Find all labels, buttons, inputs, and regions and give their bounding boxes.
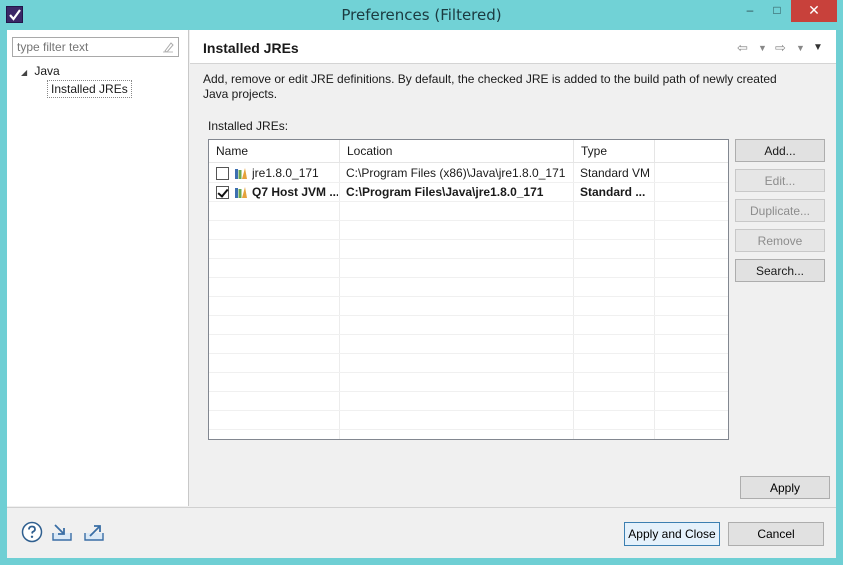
tree-node-label: Java: [34, 64, 60, 78]
empty-row: [209, 202, 728, 221]
jre-location: C:\Program Files (x86)\Java\jre1.8.0_171: [346, 166, 566, 180]
jre-library-icon: [235, 168, 247, 179]
page-title: Installed JREs: [203, 40, 299, 56]
preference-page: Installed JREs ⇦ ▼ ⇨ ▼ ▼ Add, remove or …: [190, 30, 836, 506]
preference-tree-pane: ◢ Java Installed JREs: [7, 30, 189, 506]
column-header-name[interactable]: Name: [209, 140, 340, 163]
dialog-body: ◢ Java Installed JREs Installed JREs ⇦ ▼…: [7, 30, 836, 558]
jre-library-icon: [235, 187, 247, 198]
default-jre-checkbox[interactable]: [216, 186, 229, 199]
jre-location: C:\Program Files\Java\jre1.8.0_171: [346, 185, 544, 199]
forward-arrow-icon[interactable]: ⇨: [775, 40, 786, 56]
table-row[interactable]: Q7 Host JVM ... C:\Program Files\Java\jr…: [209, 183, 728, 202]
jre-type: Standard VM: [580, 166, 651, 180]
minimize-button[interactable]: –: [737, 0, 763, 22]
table-label: Installed JREs:: [208, 119, 289, 133]
empty-row: [209, 392, 728, 411]
empty-row: [209, 316, 728, 335]
maximize-button[interactable]: □: [764, 0, 790, 22]
empty-row: [209, 354, 728, 373]
export-icon[interactable]: [83, 521, 105, 543]
jre-type: Standard ...: [580, 185, 646, 199]
back-arrow-icon[interactable]: ⇦: [737, 40, 748, 56]
table-row[interactable]: jre1.8.0_171 C:\Program Files (x86)\Java…: [209, 164, 728, 183]
empty-row: [209, 259, 728, 278]
dialog-footer: Apply and Close Cancel: [7, 507, 836, 558]
import-icon[interactable]: [51, 521, 73, 543]
column-header-type[interactable]: Type: [574, 140, 655, 163]
filter-input[interactable]: [13, 38, 153, 56]
tree-node-installed-jres[interactable]: Installed JREs: [47, 80, 132, 98]
close-button[interactable]: ✕: [791, 0, 837, 22]
remove-jre-button[interactable]: Remove: [735, 229, 825, 252]
add-jre-button[interactable]: Add...: [735, 139, 825, 162]
empty-row: [209, 297, 728, 316]
forward-history-dropdown-icon[interactable]: ▼: [796, 43, 805, 53]
window-title: Preferences (Filtered): [341, 6, 502, 24]
empty-row: [209, 278, 728, 297]
view-menu-icon[interactable]: ▼: [813, 42, 823, 53]
default-jre-checkbox[interactable]: [216, 167, 229, 180]
title-bar: Preferences (Filtered) – □ ✕: [0, 0, 843, 30]
tree-node-java[interactable]: ◢ Java: [21, 64, 60, 78]
jre-name: jre1.8.0_171: [252, 166, 319, 180]
search-jre-button[interactable]: Search...: [735, 259, 825, 282]
empty-row: [209, 335, 728, 354]
empty-row: [209, 411, 728, 430]
column-header-location[interactable]: Location: [340, 140, 574, 163]
filter-box: [12, 37, 179, 57]
back-history-dropdown-icon[interactable]: ▼: [758, 43, 767, 53]
duplicate-jre-button[interactable]: Duplicate...: [735, 199, 825, 222]
empty-row: [209, 373, 728, 392]
page-description: Add, remove or edit JRE definitions. By …: [203, 72, 777, 101]
empty-row: [209, 221, 728, 240]
help-icon[interactable]: [21, 521, 43, 543]
expand-triangle-icon[interactable]: ◢: [21, 68, 31, 77]
table-header: Name Location Type: [209, 140, 728, 163]
jre-name: Q7 Host JVM ...: [252, 185, 338, 199]
preferences-window: Preferences (Filtered) – □ ✕ ◢ Java Inst…: [0, 0, 843, 565]
page-header: Installed JREs ⇦ ▼ ⇨ ▼ ▼: [190, 30, 836, 64]
cancel-button[interactable]: Cancel: [728, 522, 824, 546]
jre-table[interactable]: Name Location Type jre1.8.0_171 C:\Progr…: [208, 139, 729, 440]
empty-row: [209, 240, 728, 259]
apply-and-close-button[interactable]: Apply and Close: [624, 522, 720, 546]
clear-filter-icon[interactable]: [162, 41, 174, 53]
edit-jre-button[interactable]: Edit...: [735, 169, 825, 192]
apply-button[interactable]: Apply: [740, 476, 830, 499]
